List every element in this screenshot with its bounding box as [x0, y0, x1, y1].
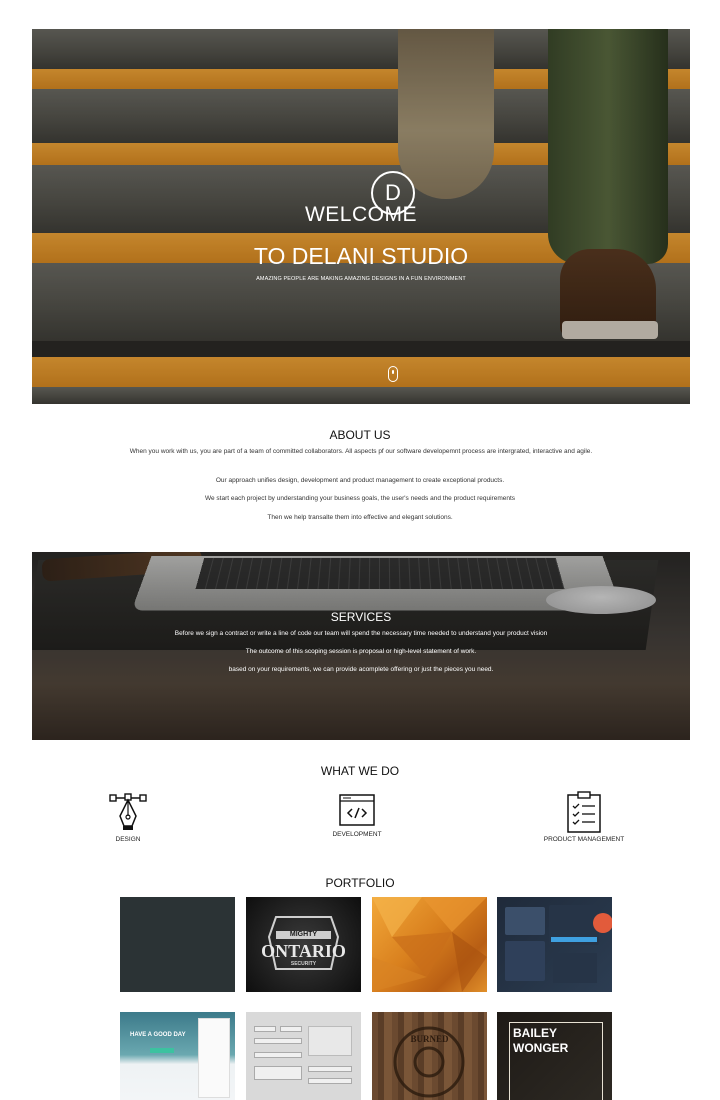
scroll-mouse-icon[interactable]: [388, 366, 398, 382]
service-label: DEVELOPMENT: [332, 831, 382, 838]
about-paragraph: Our approach unifies design, development…: [215, 477, 505, 484]
service-product-management[interactable]: PRODUCT MANAGEMENT: [538, 790, 630, 843]
about-paragraph: Then we help transalte them into effecti…: [267, 514, 453, 521]
pen-tool-icon: [109, 793, 147, 830]
portfolio-tile-dark-slate[interactable]: [120, 897, 235, 992]
hero-banner: D WELCOME TO DELANI STUDIO AMAZING PEOPL…: [32, 29, 690, 404]
services-paragraph: Before we sign a contract or write a lin…: [174, 630, 548, 637]
portfolio-tile-ui-kit[interactable]: [246, 1012, 361, 1100]
tile-text: SECURITY: [290, 961, 317, 967]
mockup-button: [150, 1048, 174, 1053]
tile-text: MIGHTY: [289, 931, 318, 938]
dashboard-bar: [551, 937, 597, 942]
about-paragraph: We start each project by understanding y…: [204, 495, 516, 502]
ui-kit-control: [254, 1026, 276, 1032]
service-label: PRODUCT MANAGEMENT: [543, 836, 625, 843]
service-label: DESIGN: [115, 836, 141, 843]
clipboard-checklist-icon: [567, 791, 601, 833]
services-paragraph: The outcome of this scoping session is p…: [245, 648, 477, 655]
ui-kit-control: [254, 1038, 302, 1044]
polygon-pattern: [372, 897, 487, 992]
ui-kit-control: [308, 1078, 352, 1084]
hero-welcome: WELCOME: [304, 203, 417, 226]
ui-kit-panel: [308, 1026, 352, 1056]
ui-kit-control: [254, 1052, 302, 1058]
services-title: SERVICES: [330, 610, 392, 624]
dashboard-panel: [553, 953, 597, 983]
tile-text: ONTARIO: [261, 941, 346, 961]
dashboard-panel: [505, 907, 545, 935]
services-paragraph: based on your requirements, we can provi…: [228, 666, 494, 673]
burned-stamp-icon: [393, 1026, 465, 1098]
what-we-do-title: WHAT WE DO: [320, 764, 400, 778]
portfolio-tile-bailey-wonger[interactable]: BAILEY WONGER: [497, 1012, 612, 1100]
about-title: ABOUT US: [329, 428, 391, 442]
portfolio-tile-mighty-ontario[interactable]: MIGHTY ONTARIO SECURITY: [246, 897, 361, 992]
tile-text: BAILEY: [513, 1026, 558, 1040]
hero-title: TO DELANI STUDIO: [253, 243, 469, 269]
dashboard-panel: [505, 941, 545, 981]
tile-text: HAVE A GOOD DAY: [130, 1032, 186, 1038]
tile-text: BURNED: [410, 1034, 449, 1044]
ui-kit-control: [308, 1066, 352, 1072]
portfolio-tile-orange-polygon[interactable]: [372, 897, 487, 992]
service-design[interactable]: DESIGN: [100, 792, 156, 843]
hero-tagline: AMAZING PEOPLE ARE MAKING AMAZING DESIGN…: [256, 276, 466, 282]
portfolio-title: PORTFOLIO: [325, 876, 395, 890]
services-banner: SERVICES Before we sign a contract or wr…: [32, 552, 690, 740]
service-development[interactable]: DEVELOPMENT: [322, 793, 392, 838]
about-paragraph: When you work with us, you are part of a…: [129, 448, 593, 455]
tile-text: WONGER: [513, 1041, 569, 1055]
dashboard-avatar: [593, 913, 612, 933]
code-window-icon: [339, 794, 375, 826]
mockup-sidebar: [198, 1018, 230, 1098]
services-overlay: [32, 552, 690, 740]
portfolio-tile-dashboard[interactable]: [497, 897, 612, 992]
portfolio-tile-website-mockup[interactable]: HAVE A GOOD DAY: [120, 1012, 235, 1100]
ui-kit-control: [280, 1026, 302, 1032]
portfolio-tile-burned-logo[interactable]: BURNED: [372, 1012, 487, 1100]
ui-kit-control: [254, 1066, 302, 1080]
